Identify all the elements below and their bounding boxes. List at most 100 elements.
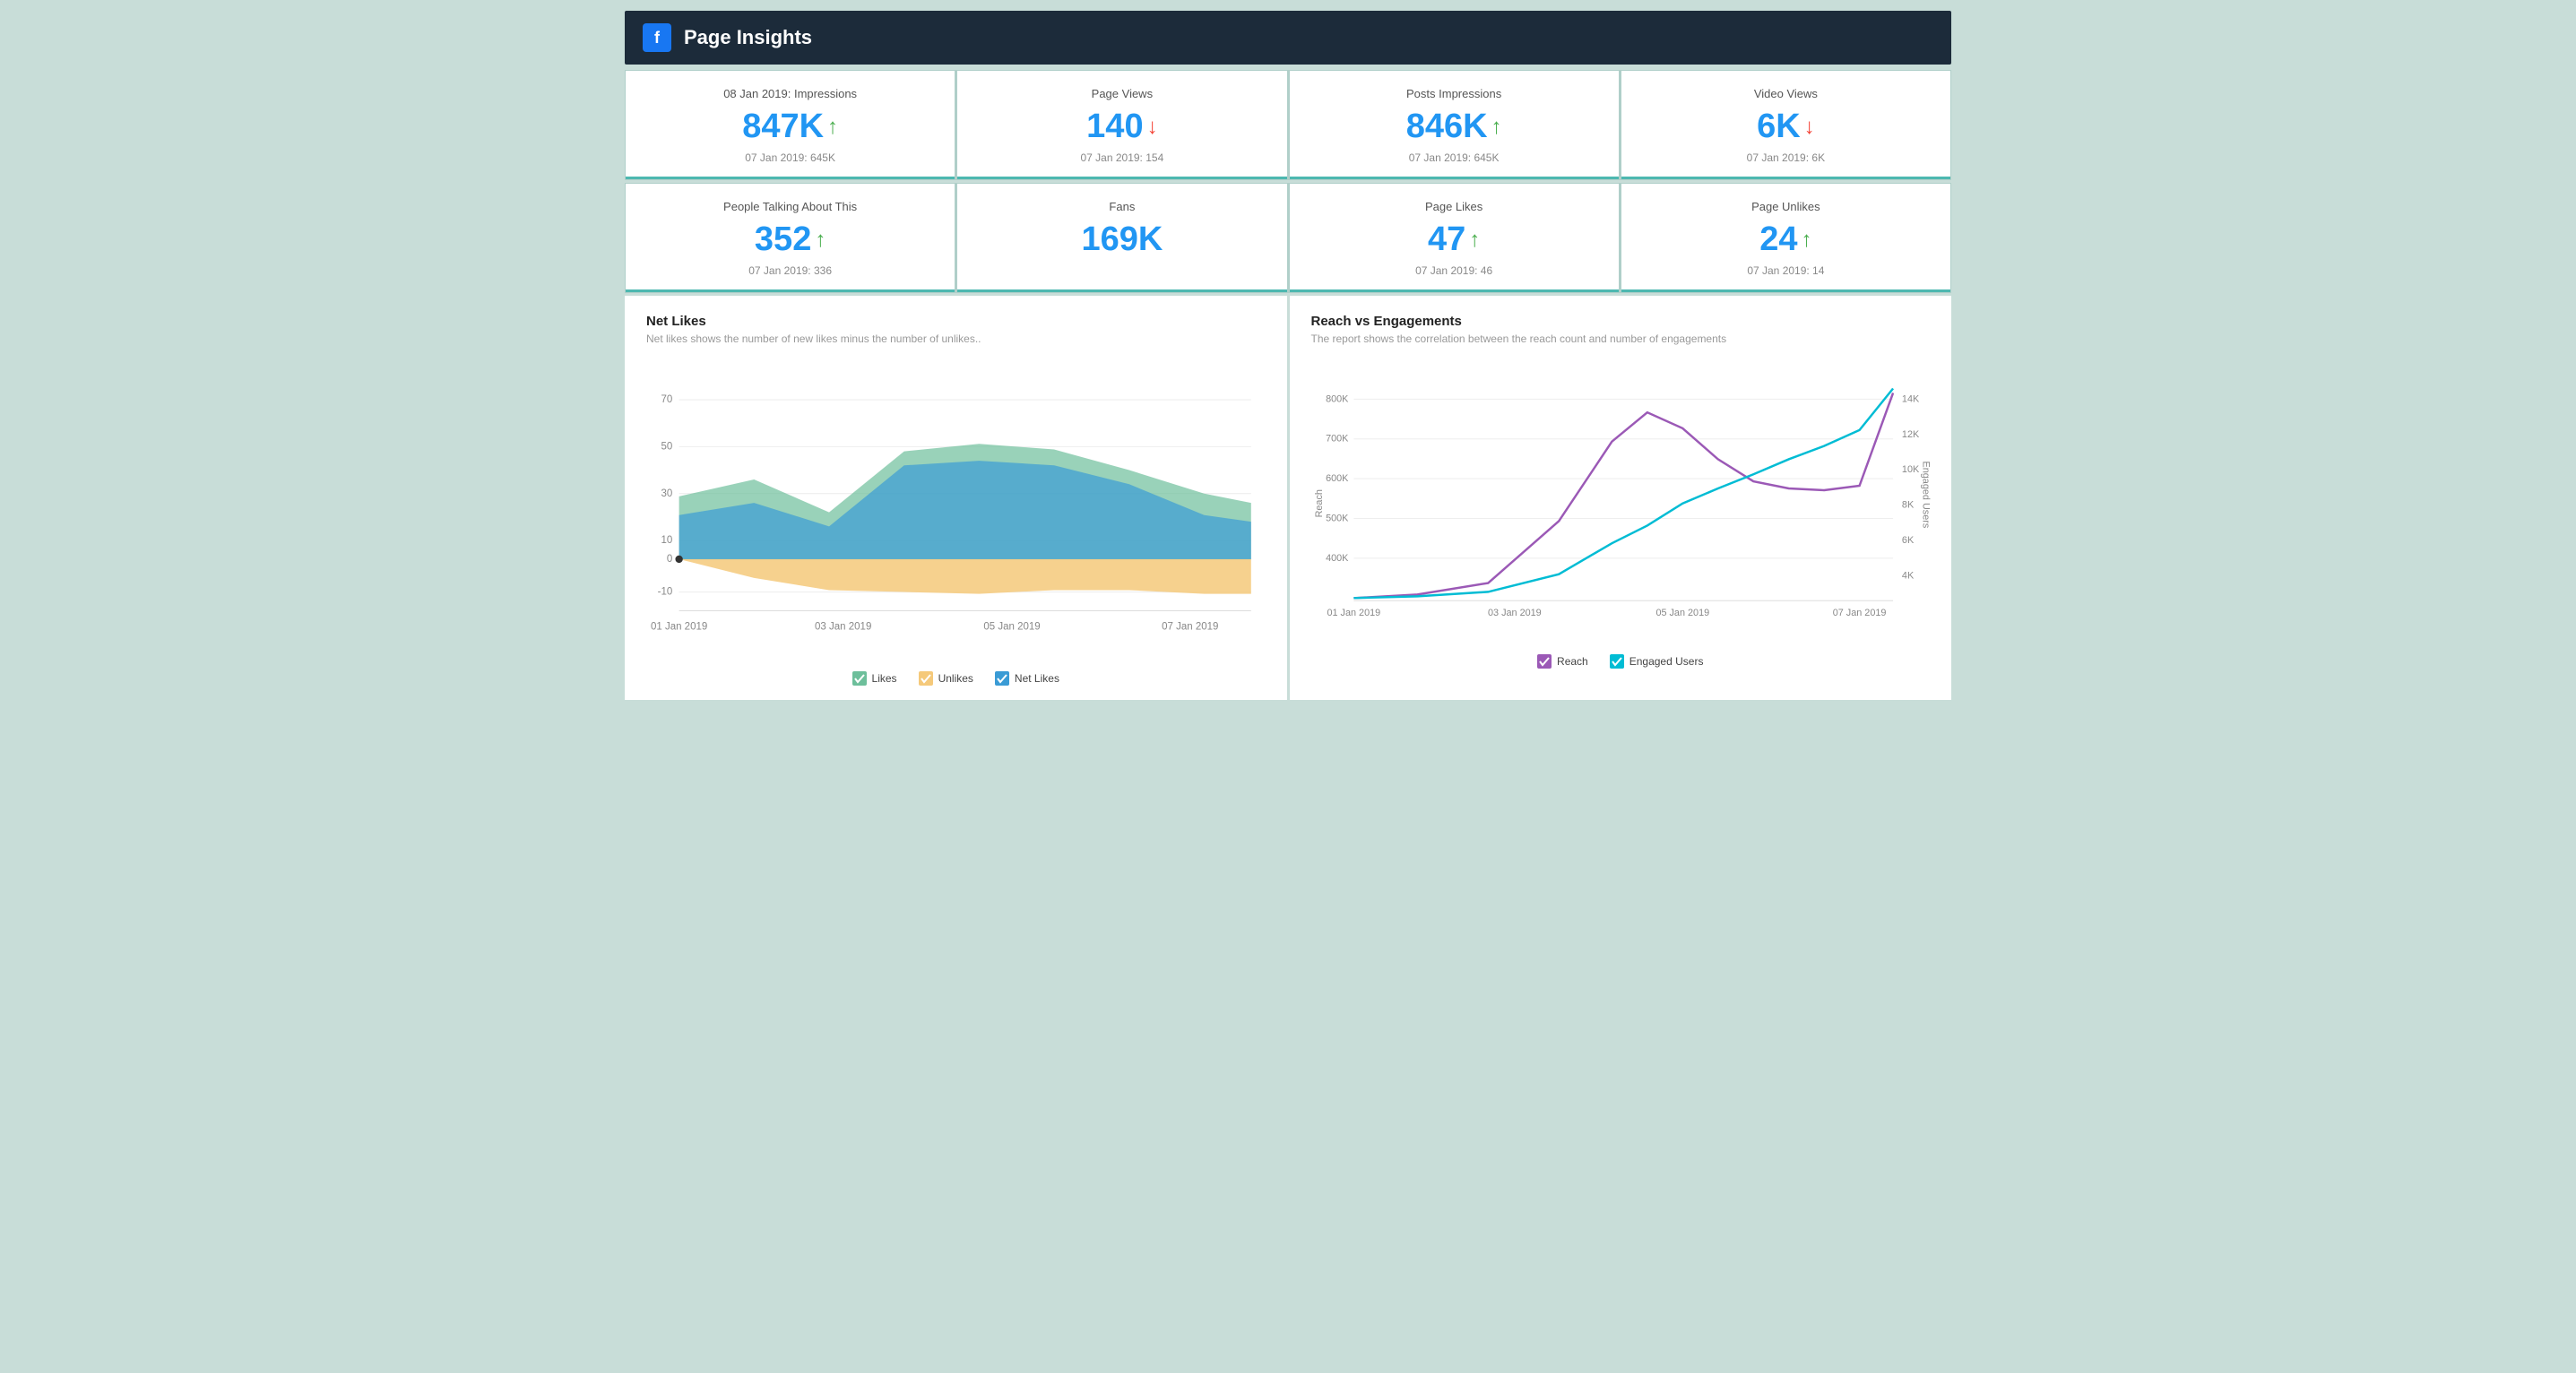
svg-text:10: 10: [661, 535, 673, 546]
metric-value-row: 24↑: [1639, 220, 1932, 259]
legend-reach: Reach: [1537, 654, 1588, 669]
reach-title: Reach vs Engagements: [1311, 314, 1931, 329]
arrow-up-icon: ↑: [1491, 115, 1502, 140]
svg-text:Reach: Reach: [1313, 489, 1324, 517]
metric-value-row: 169K: [975, 220, 1268, 259]
svg-text:01 Jan 2019: 01 Jan 2019: [651, 621, 707, 632]
metric-value: 6K: [1757, 108, 1801, 146]
metric-value-row: 47↑: [1308, 220, 1601, 259]
reach-legend: Reach Engaged Users: [1311, 654, 1931, 669]
metrics-row-2: People Talking About This 352↑ 07 Jan 2019…: [625, 183, 1951, 293]
metric-prev-value: 07 Jan 2019: 6K: [1639, 151, 1932, 164]
unlikes-swatch: [919, 671, 933, 686]
svg-text:10K: 10K: [1901, 464, 1919, 475]
svg-text:8K: 8K: [1901, 500, 1914, 511]
svg-text:400K: 400K: [1326, 553, 1349, 564]
reach-label: Reach: [1557, 655, 1588, 668]
net-likes-svg: 70 50 30 10 0 -10: [646, 358, 1266, 658]
metric-card: People Talking About This 352↑ 07 Jan 2019…: [626, 184, 955, 292]
reach-chart-container: 800K 700K 600K 500K 400K Reach 14K 12K 1…: [1311, 358, 1931, 645]
metric-prev-value: 07 Jan 2019: 46: [1308, 264, 1601, 277]
net-likes-legend: Likes Unlikes Net Likes: [646, 671, 1266, 686]
svg-text:05 Jan 2019: 05 Jan 2019: [1655, 608, 1709, 618]
arrow-down-icon: ↓: [1147, 115, 1158, 140]
metric-value-row: 847K↑: [644, 108, 937, 146]
engaged-users-label: Engaged Users: [1629, 655, 1704, 668]
svg-text:14K: 14K: [1901, 393, 1919, 404]
page-header: f Page Insights: [625, 11, 1951, 65]
svg-text:800K: 800K: [1326, 393, 1349, 404]
metric-card: Video Views 6K↓ 07 Jan 2019: 6K: [1621, 71, 1950, 179]
svg-text:50: 50: [661, 442, 673, 453]
arrow-up-icon: ↑: [827, 115, 838, 140]
metric-prev-value: 07 Jan 2019: 645K: [1308, 151, 1601, 164]
metric-card: Fans 169K: [957, 184, 1286, 292]
svg-text:-10: -10: [658, 587, 673, 598]
reach-svg: 800K 700K 600K 500K 400K Reach 14K 12K 1…: [1311, 358, 1931, 641]
metric-prev-value: 07 Jan 2019: 14: [1639, 264, 1932, 277]
arrow-up-icon: ↑: [815, 228, 826, 253]
metric-card: Posts Impressions 846K↑ 07 Jan 2019: 645K: [1290, 71, 1619, 179]
reach-subtitle: The report shows the correlation between…: [1311, 332, 1931, 345]
metric-value-row: 352↑: [644, 220, 937, 259]
svg-text:12K: 12K: [1901, 429, 1919, 440]
svg-text:500K: 500K: [1326, 513, 1349, 523]
net-likes-chart-card: Net Likes Net likes shows the number of …: [625, 296, 1287, 700]
legend-net-likes: Net Likes: [995, 671, 1059, 686]
dashboard: f Page Insights 08 Jan 2019: Impressions…: [625, 11, 1951, 700]
metric-value: 140: [1086, 108, 1143, 146]
legend-engaged-users: Engaged Users: [1610, 654, 1704, 669]
net-likes-label: Net Likes: [1015, 672, 1059, 685]
metric-label: People Talking About This: [644, 200, 937, 213]
net-likes-chart-container: 70 50 30 10 0 -10: [646, 358, 1266, 662]
metric-value: 847K: [742, 108, 824, 146]
svg-text:05 Jan 2019: 05 Jan 2019: [983, 621, 1040, 632]
metric-value-row: 140↓: [975, 108, 1268, 146]
metric-card: Page Likes 47↑ 07 Jan 2019: 46: [1290, 184, 1619, 292]
metric-label: 08 Jan 2019: Impressions: [644, 87, 937, 100]
arrow-down-icon: ↓: [1804, 115, 1815, 140]
engaged-users-swatch: [1610, 654, 1624, 669]
likes-swatch: [852, 671, 867, 686]
net-likes-swatch: [995, 671, 1009, 686]
legend-likes: Likes: [852, 671, 897, 686]
charts-section: Net Likes Net likes shows the number of …: [625, 296, 1951, 700]
net-likes-title: Net Likes: [646, 314, 1266, 329]
net-likes-subtitle: Net likes shows the number of new likes …: [646, 332, 1266, 345]
reach-chart-card: Reach vs Engagements The report shows th…: [1290, 296, 1952, 700]
svg-text:600K: 600K: [1326, 473, 1349, 484]
metric-label: Page Views: [975, 87, 1268, 100]
metric-value-row: 846K↑: [1308, 108, 1601, 146]
unlikes-label: Unlikes: [938, 672, 973, 685]
svg-text:70: 70: [661, 394, 673, 405]
reach-swatch: [1537, 654, 1552, 669]
metric-label: Video Views: [1639, 87, 1932, 100]
likes-label: Likes: [872, 672, 897, 685]
svg-text:30: 30: [661, 488, 673, 499]
metric-value: 169K: [1081, 220, 1163, 259]
metric-value-row: 6K↓: [1639, 108, 1932, 146]
metric-label: Page Likes: [1308, 200, 1601, 213]
svg-text:4K: 4K: [1901, 571, 1914, 582]
metric-label: Posts Impressions: [1308, 87, 1601, 100]
metrics-row-1: 08 Jan 2019: Impressions847K↑07 Jan 2019…: [625, 70, 1951, 180]
metric-prev-value: 07 Jan 2019: 336: [644, 264, 937, 277]
svg-text:03 Jan 2019: 03 Jan 2019: [1488, 608, 1542, 618]
metric-value: 47: [1428, 220, 1465, 259]
metric-label: Fans: [975, 200, 1268, 213]
legend-unlikes: Unlikes: [919, 671, 973, 686]
svg-text:6K: 6K: [1901, 535, 1914, 546]
svg-text:0: 0: [667, 554, 672, 565]
svg-text:01 Jan 2019: 01 Jan 2019: [1327, 608, 1380, 618]
metric-card: Page Views140↓07 Jan 2019: 154: [957, 71, 1286, 179]
svg-text:07 Jan 2019: 07 Jan 2019: [1832, 608, 1886, 618]
arrow-up-icon: ↑: [1469, 228, 1480, 253]
svg-text:07 Jan 2019: 07 Jan 2019: [1162, 621, 1218, 632]
svg-text:Engaged Users: Engaged Users: [1920, 462, 1931, 529]
metric-card: 08 Jan 2019: Impressions 847K↑ 07 Jan 2019…: [626, 71, 955, 179]
metric-prev-value: 07 Jan 2019: 645K: [644, 151, 937, 164]
facebook-icon: f: [643, 23, 671, 52]
svg-text:03 Jan 2019: 03 Jan 2019: [815, 621, 871, 632]
svg-text:700K: 700K: [1326, 434, 1349, 445]
arrow-up-icon: ↑: [1802, 228, 1812, 253]
